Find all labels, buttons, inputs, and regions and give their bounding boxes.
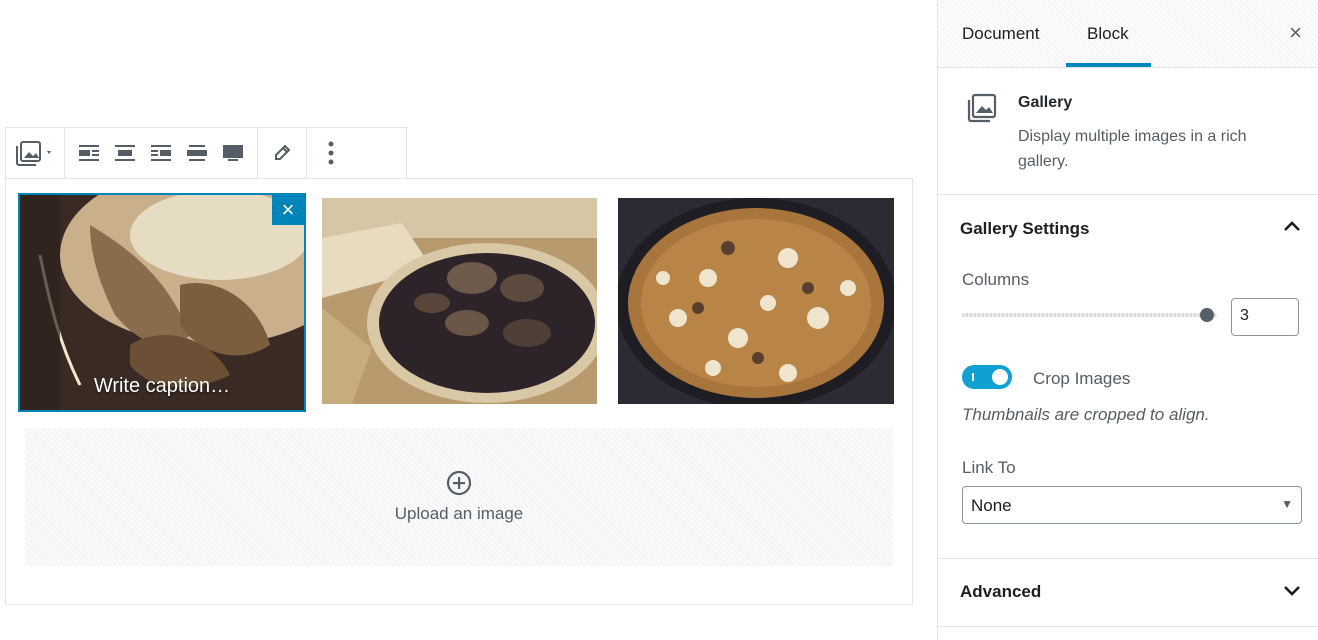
- remove-image-button[interactable]: ×: [272, 195, 304, 225]
- settings-sidebar: Document Block × Gallery Display multipl…: [937, 0, 1318, 640]
- columns-number-input[interactable]: 3: [1231, 298, 1299, 336]
- block-type-group: [6, 128, 65, 178]
- chevron-down-icon: [1284, 586, 1300, 596]
- tab-block[interactable]: Block: [1087, 24, 1129, 44]
- block-switcher-button[interactable]: [12, 128, 58, 178]
- edit-group: [258, 128, 307, 178]
- pencil-icon: [275, 144, 291, 160]
- gallery-image-2[interactable]: [322, 198, 597, 404]
- columns-label: Columns: [962, 270, 1030, 289]
- gallery-block: × Write caption… Upload an image: [5, 178, 913, 605]
- more-group: [307, 128, 355, 178]
- advanced-toggle[interactable]: Advanced: [938, 558, 1318, 626]
- more-options-button[interactable]: [313, 128, 349, 178]
- toggle-knob: [992, 369, 1008, 385]
- image-caption-input[interactable]: Write caption…: [20, 375, 304, 398]
- full-width-icon: [223, 145, 243, 161]
- gallery-icon: [16, 141, 51, 166]
- align-left-icon: [79, 145, 99, 161]
- panel-divider: [938, 626, 1318, 627]
- plus-circle-icon: [446, 470, 472, 496]
- editor-canvas: × Write caption… Upload an image: [0, 0, 937, 640]
- align-right-icon: [151, 145, 171, 161]
- crop-images-help: Thumbnails are cropped to align.: [962, 405, 1210, 424]
- wide-width-icon: [187, 145, 207, 161]
- align-left-button[interactable]: [71, 128, 107, 178]
- gallery-photo-3: [618, 198, 894, 404]
- wide-width-button[interactable]: [179, 128, 215, 178]
- block-card-title: Gallery: [1018, 94, 1073, 111]
- upload-image-button[interactable]: Upload an image: [25, 428, 893, 566]
- crop-images-label[interactable]: Crop Images: [1033, 369, 1130, 389]
- gallery-settings-toggle[interactable]: Gallery Settings: [938, 195, 1318, 263]
- block-card-description: Display multiple images in a rich galler…: [1018, 128, 1247, 170]
- more-vertical-icon: [328, 141, 334, 165]
- alignment-group: [65, 128, 258, 178]
- columns-slider-handle[interactable]: [1200, 308, 1214, 322]
- upload-label: Upload an image: [394, 504, 524, 523]
- align-center-icon: [115, 145, 135, 161]
- gallery-icon: [967, 93, 997, 123]
- caret-down-icon: [47, 151, 51, 154]
- full-width-button[interactable]: [215, 128, 251, 178]
- columns-slider-track[interactable]: [962, 313, 1217, 317]
- advanced-title: Advanced: [960, 582, 1042, 601]
- gallery-photo-2: [322, 198, 597, 404]
- block-toolbar: [5, 127, 407, 179]
- gallery-image-3[interactable]: [618, 198, 894, 404]
- sidebar-tabs: Document Block ×: [938, 0, 1318, 68]
- link-to-label: Link To: [962, 458, 1016, 477]
- link-to-select[interactable]: None ▼: [962, 486, 1302, 524]
- chevron-up-icon: [1284, 221, 1300, 231]
- crop-images-toggle[interactable]: [962, 365, 1012, 389]
- close-icon[interactable]: ×: [1289, 20, 1302, 46]
- toggle-on-indicator: [972, 373, 974, 381]
- tab-document[interactable]: Document: [962, 24, 1039, 44]
- align-right-button[interactable]: [143, 128, 179, 178]
- block-card: Gallery Display multiple images in a ric…: [938, 67, 1318, 195]
- link-to-value: None: [971, 496, 1012, 515]
- gallery-image-1[interactable]: × Write caption…: [18, 193, 306, 412]
- caret-down-icon: ▼: [1281, 497, 1293, 511]
- gallery-settings-title: Gallery Settings: [960, 219, 1090, 238]
- align-center-button[interactable]: [107, 128, 143, 178]
- edit-gallery-button[interactable]: [264, 128, 300, 178]
